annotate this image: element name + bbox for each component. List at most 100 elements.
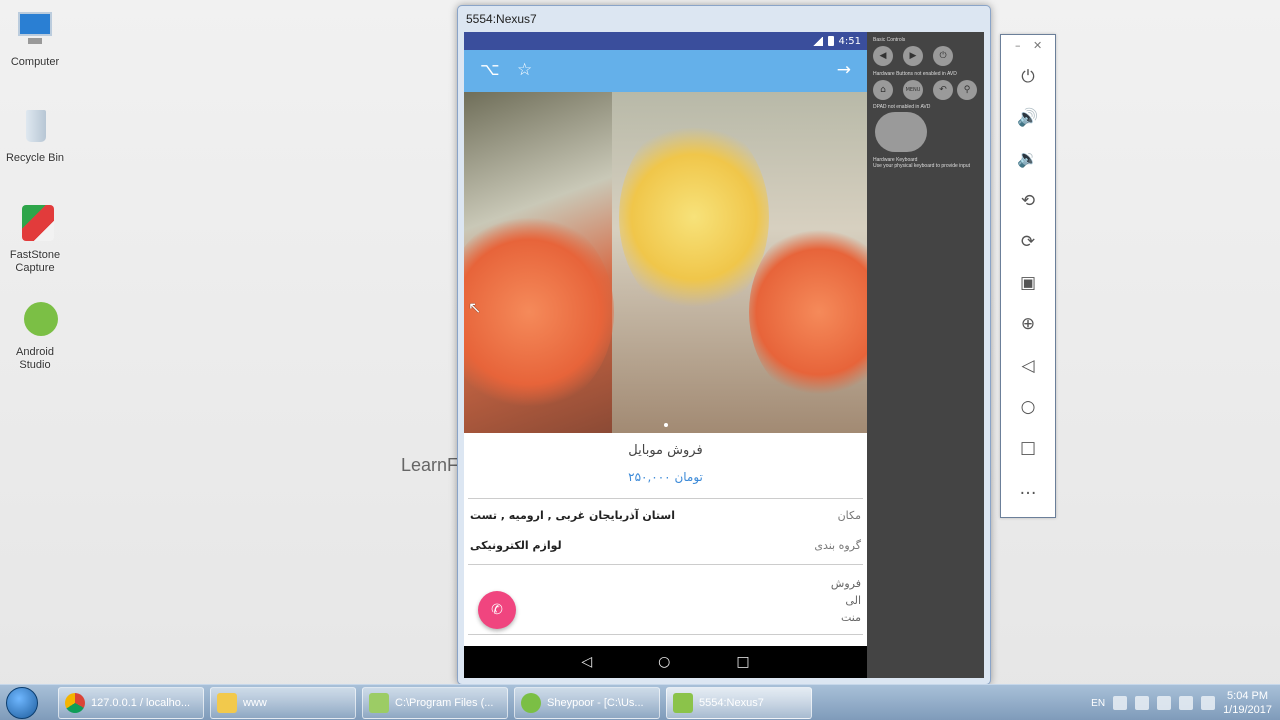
desktop-icon-android-studio[interactable]: Android Studio xyxy=(4,300,66,372)
power-button[interactable]: ⏻ xyxy=(933,46,953,66)
slider-indicator-dot xyxy=(664,423,668,427)
folder-icon xyxy=(217,693,237,713)
description-line: منت xyxy=(840,611,861,624)
volume-down-icon[interactable]: 🔉 xyxy=(1015,146,1041,172)
minimize-icon[interactable]: – xyxy=(1015,39,1021,52)
battery-icon xyxy=(827,36,834,46)
dpad-control[interactable] xyxy=(875,112,927,152)
nav-recents-icon[interactable]: □ xyxy=(736,654,749,670)
android-status-bar: 4:51 xyxy=(464,32,867,50)
emulator-icon xyxy=(673,693,693,713)
nav-back-icon[interactable]: ◁ xyxy=(581,654,592,670)
volume-icon[interactable] xyxy=(1201,696,1216,710)
clock-date: 1/19/2017 xyxy=(1223,704,1272,716)
computer-icon xyxy=(14,10,56,52)
windows-taskbar: 127.0.0.1 / localho... www C:\Program Fi… xyxy=(0,684,1280,720)
language-indicator[interactable]: EN xyxy=(1091,698,1105,709)
emulator-side-toolbar: – ✕ ⏻ 🔊 🔉 ⟲ ⟳ ▣ ⊕ ◁ ○ □ … xyxy=(1000,34,1056,518)
system-tray: EN 5:04 PM 1/19/2017 xyxy=(1091,685,1280,720)
orange-rose-image xyxy=(749,222,867,402)
product-title: فروش موبایل xyxy=(628,443,703,458)
taskbar-item-label: 127.0.0.1 / localho... xyxy=(91,697,191,709)
detail-row-category: لوازم الکترونیکی گروه بندی xyxy=(470,539,861,552)
android-device-screen: 4:51 ⌥ ☆ → فروش موبایل ۲۵۰,۰۰۰ تومان است… xyxy=(464,32,867,678)
back-icon[interactable]: ◁ xyxy=(1015,353,1041,379)
home-hw-button[interactable]: ⌂ xyxy=(873,80,893,100)
controls-heading: Hardware Buttons not enabled in AVD xyxy=(873,71,957,77)
taskbar-item-chrome[interactable]: 127.0.0.1 / localho... xyxy=(58,687,204,719)
divider xyxy=(468,564,863,565)
close-icon[interactable]: ✕ xyxy=(1033,39,1042,52)
emulator-extended-controls: Basic Controls ◀ ▶ ⏻ Hardware Buttons no… xyxy=(867,32,984,678)
volume-down-button[interactable]: ◀ xyxy=(873,46,893,66)
volume-up-button[interactable]: ▶ xyxy=(903,46,923,66)
product-image-slider[interactable] xyxy=(464,92,867,433)
taskbar-item-emulator[interactable]: 5554:Nexus7 xyxy=(666,687,812,719)
mouse-cursor-icon: ↖ xyxy=(468,298,482,317)
chrome-icon xyxy=(65,693,85,713)
volume-up-icon[interactable]: 🔊 xyxy=(1015,105,1041,131)
rotate-right-icon[interactable]: ⟳ xyxy=(1015,229,1041,255)
camera-icon[interactable]: ▣ xyxy=(1015,270,1041,296)
desktop-icon-label: Android Studio xyxy=(16,346,54,371)
detail-value: لوازم الکترونیکی xyxy=(470,539,562,552)
desktop-icon-faststone[interactable]: FastStone Capture xyxy=(4,203,66,275)
search-hw-button[interactable]: ⚲ xyxy=(957,80,977,100)
call-fab-button[interactable]: ✆ xyxy=(478,591,516,629)
android-nav-bar: ◁ ○ □ xyxy=(464,646,867,678)
emulator-window-title: 5554:Nexus7 xyxy=(466,12,537,26)
menu-label: MENU xyxy=(905,87,921,93)
divider xyxy=(468,498,863,499)
taskbar-item-label: 5554:Nexus7 xyxy=(699,697,764,709)
star-icon[interactable]: ☆ xyxy=(517,62,532,79)
taskbar-item-label: Sheypoor - [C:\Us... xyxy=(547,697,644,709)
detail-key: گروه بندی xyxy=(814,539,861,552)
share-icon[interactable]: ⌥ xyxy=(480,62,500,79)
taskbar-item-label: www xyxy=(243,697,267,709)
zoom-icon[interactable]: ⊕ xyxy=(1015,311,1041,337)
rotate-left-icon[interactable]: ⟲ xyxy=(1015,188,1041,214)
nav-home-icon[interactable]: ○ xyxy=(658,654,670,670)
app-toolbar: ⌥ ☆ → xyxy=(464,50,867,92)
taskbar-item-explorer[interactable]: www xyxy=(210,687,356,719)
controls-heading: DPAD not enabled in AVD xyxy=(873,104,931,110)
description-line: الی xyxy=(845,594,861,607)
android-studio-icon xyxy=(14,300,58,342)
overview-icon[interactable]: □ xyxy=(1015,435,1041,461)
taskbar-item-android-studio[interactable]: Sheypoor - [C:\Us... xyxy=(514,687,660,719)
signal-icon[interactable] xyxy=(1179,696,1194,710)
description-line: فروش xyxy=(830,577,861,590)
recycle-bin-icon xyxy=(14,106,56,148)
product-price: ۲۵۰,۰۰۰ تومان xyxy=(628,470,703,484)
signal-icon xyxy=(812,36,823,46)
desktop-icon-label: Computer xyxy=(10,56,60,68)
back-hw-button[interactable]: ↶ xyxy=(933,80,953,100)
start-button[interactable] xyxy=(6,687,38,719)
taskbar-item-label: C:\Program Files (... xyxy=(395,697,494,709)
status-time: 4:51 xyxy=(838,35,861,47)
desktop-icon-recycle-bin[interactable]: Recycle Bin xyxy=(4,106,66,165)
emulator-screen-area: 4:51 ⌥ ☆ → فروش موبایل ۲۵۰,۰۰۰ تومان است… xyxy=(464,32,984,678)
network-warning-icon[interactable] xyxy=(1157,696,1172,710)
android-studio-icon xyxy=(521,693,541,713)
menu-hw-button[interactable]: MENU xyxy=(903,80,923,100)
taskbar-clock[interactable]: 5:04 PM 1/19/2017 xyxy=(1223,689,1272,717)
tray-app-icon[interactable] xyxy=(1113,696,1128,710)
phone-icon: ✆ xyxy=(491,602,503,618)
detail-row-location: استان آذربایجان غربی , ارومیه , تست مکان xyxy=(470,509,861,522)
divider xyxy=(468,634,863,635)
controls-hint: Use your physical keyboard to provide in… xyxy=(873,163,970,169)
product-description: فروش الی منت xyxy=(831,575,861,626)
product-details: فروش موبایل ۲۵۰,۰۰۰ تومان استان آذربایجا… xyxy=(464,433,867,643)
taskbar-item-notepad[interactable]: C:\Program Files (... xyxy=(362,687,508,719)
power-icon[interactable]: ⏻ xyxy=(1015,64,1041,90)
emulator-window: 5554:Nexus7 4:51 ⌥ ☆ → فروش موبایل ۲۵۰,۰… xyxy=(457,5,991,685)
back-arrow-icon[interactable]: → xyxy=(837,62,851,79)
more-icon[interactable]: … xyxy=(1015,476,1041,502)
notepad-icon xyxy=(369,693,389,713)
home-icon[interactable]: ○ xyxy=(1015,394,1041,420)
desktop-icon-label: FastStone Capture xyxy=(9,249,61,274)
flag-icon[interactable] xyxy=(1135,696,1150,710)
yellow-rose-image xyxy=(619,117,769,317)
desktop-icon-computer[interactable]: Computer xyxy=(4,10,66,69)
